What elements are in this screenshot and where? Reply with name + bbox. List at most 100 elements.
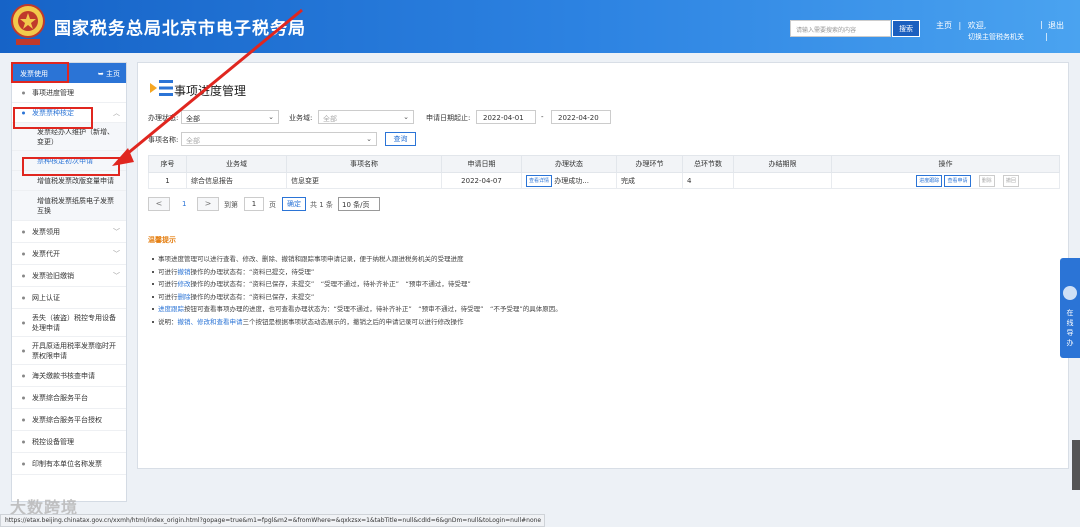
progress-table: 序号 业务域 事项名称 申请日期 办理状态 办理环节 总环节数 办结期限 操作 …	[148, 155, 1060, 189]
bullet-icon	[22, 396, 25, 399]
sidebar-item-label: 税控设备管理	[32, 437, 74, 446]
status-filter-label: 办理状态:	[148, 114, 179, 122]
search-button[interactable]: 搜索	[892, 20, 920, 37]
header-links: 主页 | 欢迎,	[936, 20, 987, 31]
bullet-icon	[22, 230, 25, 233]
tip-text: 可进行	[158, 267, 178, 276]
tip-text: 可进行	[158, 280, 178, 288]
sidebar-item-platform-auth[interactable]: 发票综合服务平台授权	[12, 409, 126, 431]
logout-link[interactable]: 退出	[1048, 20, 1064, 31]
goto-confirm-button[interactable]: 确定	[282, 197, 306, 211]
tip-line: 可进行撤销操作的办理状态有：“资料已提交，待受理”	[152, 266, 562, 279]
online-guide-widget[interactable]: 在线导办	[1060, 258, 1080, 358]
search-input[interactable]: 请输入需要搜索的内容	[790, 20, 891, 37]
bullet-icon	[22, 374, 25, 377]
tips-title: 温馨提示	[148, 236, 176, 244]
query-button[interactable]: 查询	[385, 132, 416, 146]
row-total-steps: 4	[682, 172, 734, 189]
main-content: 事项进度管理 办理状态: 全部 ⌄ 业务域: 全部 ⌄ 申请日期起止: 2022-0…	[137, 62, 1069, 469]
tip-text: 操作的办理状态有：“资料已保存，未提交” “受理不通过，待补齐补正” “预审不通…	[190, 280, 471, 288]
status-select[interactable]: 全部 ⌄	[181, 110, 279, 124]
date-separator: -	[541, 113, 544, 121]
online-guide-label: 在线导办	[1066, 309, 1074, 347]
sidebar-item-label: 海关缴款书核查申请	[32, 371, 95, 380]
sidebar-item-online-auth[interactable]: 网上认证	[12, 287, 126, 309]
goto-label: 到第	[224, 201, 238, 209]
sidebar-item-invoice-verify[interactable]: 发票验旧缴销 ﹀	[12, 265, 126, 287]
delete-button[interactable]: 删除	[978, 174, 995, 187]
chevron-down-icon: ⌄	[366, 135, 372, 143]
current-page[interactable]: 1	[182, 200, 186, 208]
row-step: 完成	[616, 172, 683, 189]
date-to-input[interactable]: 2022-04-20	[551, 110, 611, 124]
sidebar-item-print-invoice[interactable]: 印制有本单位名称发票	[12, 453, 126, 475]
domain-select[interactable]: 全部 ⌄	[318, 110, 414, 124]
tip-highlight: 撤销、修改和查看申请	[177, 317, 243, 326]
sidebar-home-label: 主页	[106, 70, 120, 78]
item-filter-label: 事项名称:	[148, 136, 179, 144]
tip-line: 可进行修改操作的办理状态有：“资料已保存，未提交” “受理不通过，待补齐补正” …	[152, 278, 562, 291]
withdraw-button[interactable]: 撤回	[1002, 174, 1019, 187]
goto-page-input[interactable]: 1	[244, 197, 264, 211]
bullet-icon	[22, 252, 25, 255]
bullet-icon	[22, 418, 25, 421]
row-status-text: 办理成功...	[554, 176, 589, 185]
tip-line: 事项进度管理可以进行查看、修改、删除、撤销和跟踪事项申请记录，便于纳税人跟进税务…	[152, 253, 562, 266]
sidebar-item-customs[interactable]: 海关缴款书核查申请	[12, 365, 126, 387]
prev-page-button[interactable]: <	[148, 197, 170, 211]
domain-filter-label: 业务域:	[289, 114, 313, 122]
track-progress-button[interactable]: 进度跟踪	[916, 174, 943, 187]
page-size-value: 10 条/页	[342, 201, 370, 209]
sidebar-item-label: 丢失（被盗）税控专用设备处理申请	[32, 313, 116, 332]
tip-text: 可进行	[158, 292, 178, 301]
item-select-value: 全部	[186, 137, 200, 145]
item-select[interactable]: 全部 ⌄	[181, 132, 377, 146]
sidebar-item-label: 增值税发票改版变量申请	[37, 176, 114, 185]
column-header: 申请日期	[441, 155, 522, 173]
view-application-button[interactable]: 查看申请	[944, 174, 971, 187]
date-from-input[interactable]: 2022-04-01	[476, 110, 536, 124]
chevron-down-icon: ﹀	[113, 271, 120, 280]
switch-org-link[interactable]: 切换主管税务机关	[968, 32, 1024, 42]
view-detail-button[interactable]: 查看详情	[526, 174, 553, 187]
list-title-icon	[150, 80, 173, 96]
domain-select-value: 全部	[323, 115, 337, 123]
sidebar-item-invoice-receive[interactable]: 发票领用 ﹀	[12, 221, 126, 243]
chevron-down-icon: ⌄	[403, 113, 409, 121]
row-actions: 进度跟踪 查看申请 删除 撤回	[831, 172, 1060, 189]
home-link[interactable]: 主页	[936, 20, 952, 31]
sidebar-sub-vat-exchange[interactable]: 增值税发票纸质电子发票互换	[12, 191, 126, 221]
tip-text: 说明：	[158, 317, 178, 326]
column-header: 序号	[148, 155, 187, 173]
service-avatar-icon	[1063, 286, 1077, 300]
sidebar-item-invoice-proxy[interactable]: 发票代开 ﹀	[12, 243, 126, 265]
column-header: 办理环节	[616, 155, 683, 173]
tip-highlight: 撤销	[177, 267, 191, 276]
sidebar-home-link[interactable]: ➥ 主页	[98, 69, 120, 79]
tip-line: 进度跟踪按钮可查看事项办理的进度，也可查看办理状态为：“受理不通过，待补齐补正”…	[152, 303, 562, 316]
row-item: 信息变更	[286, 172, 442, 189]
tip-text: 操作的办理状态有：“资料已保存，未提交”	[190, 292, 315, 301]
sidebar-item-label: 事项进度管理	[32, 88, 74, 97]
sidebar-item-service-platform[interactable]: 发票综合服务平台	[12, 387, 126, 409]
page-size-select[interactable]: 10 条/页	[338, 197, 380, 211]
sidebar-item-progress[interactable]: 事项进度管理	[12, 83, 126, 103]
sidebar-item-lost-device[interactable]: 丢失（被盗）税控专用设备处理申请	[12, 309, 126, 337]
sidebar-item-device-mgmt[interactable]: 税控设备管理	[12, 431, 126, 453]
column-header: 事项名称	[286, 155, 442, 173]
status-select-value: 全部	[186, 115, 200, 123]
bullet-icon	[22, 462, 25, 465]
next-page-button[interactable]: >	[197, 197, 219, 211]
status-bar-url: https://etax.beijing.chinatax.gov.cn/xxm…	[0, 514, 545, 527]
row-deadline	[733, 172, 832, 189]
sidebar-item-label: 开具原适用税率发票临时开票权限申请	[32, 341, 116, 360]
bullet-icon	[22, 274, 25, 277]
top-header: 国家税务总局北京市电子税务局 请输入需要搜索的内容 搜索 主页 | 欢迎, 切换…	[0, 0, 1080, 53]
sidebar-item-old-rate[interactable]: 开具原适用税率发票临时开票权限申请	[12, 337, 126, 365]
sidebar-item-label: 发票综合服务平台	[32, 393, 88, 402]
welcome-text: 欢迎,	[967, 21, 987, 30]
sidebar-item-label: 发票代开	[32, 249, 60, 258]
page-unit: 页	[269, 201, 276, 209]
scrollbar[interactable]	[1072, 440, 1080, 490]
sidebar-item-label: 发票综合服务平台授权	[32, 415, 102, 424]
